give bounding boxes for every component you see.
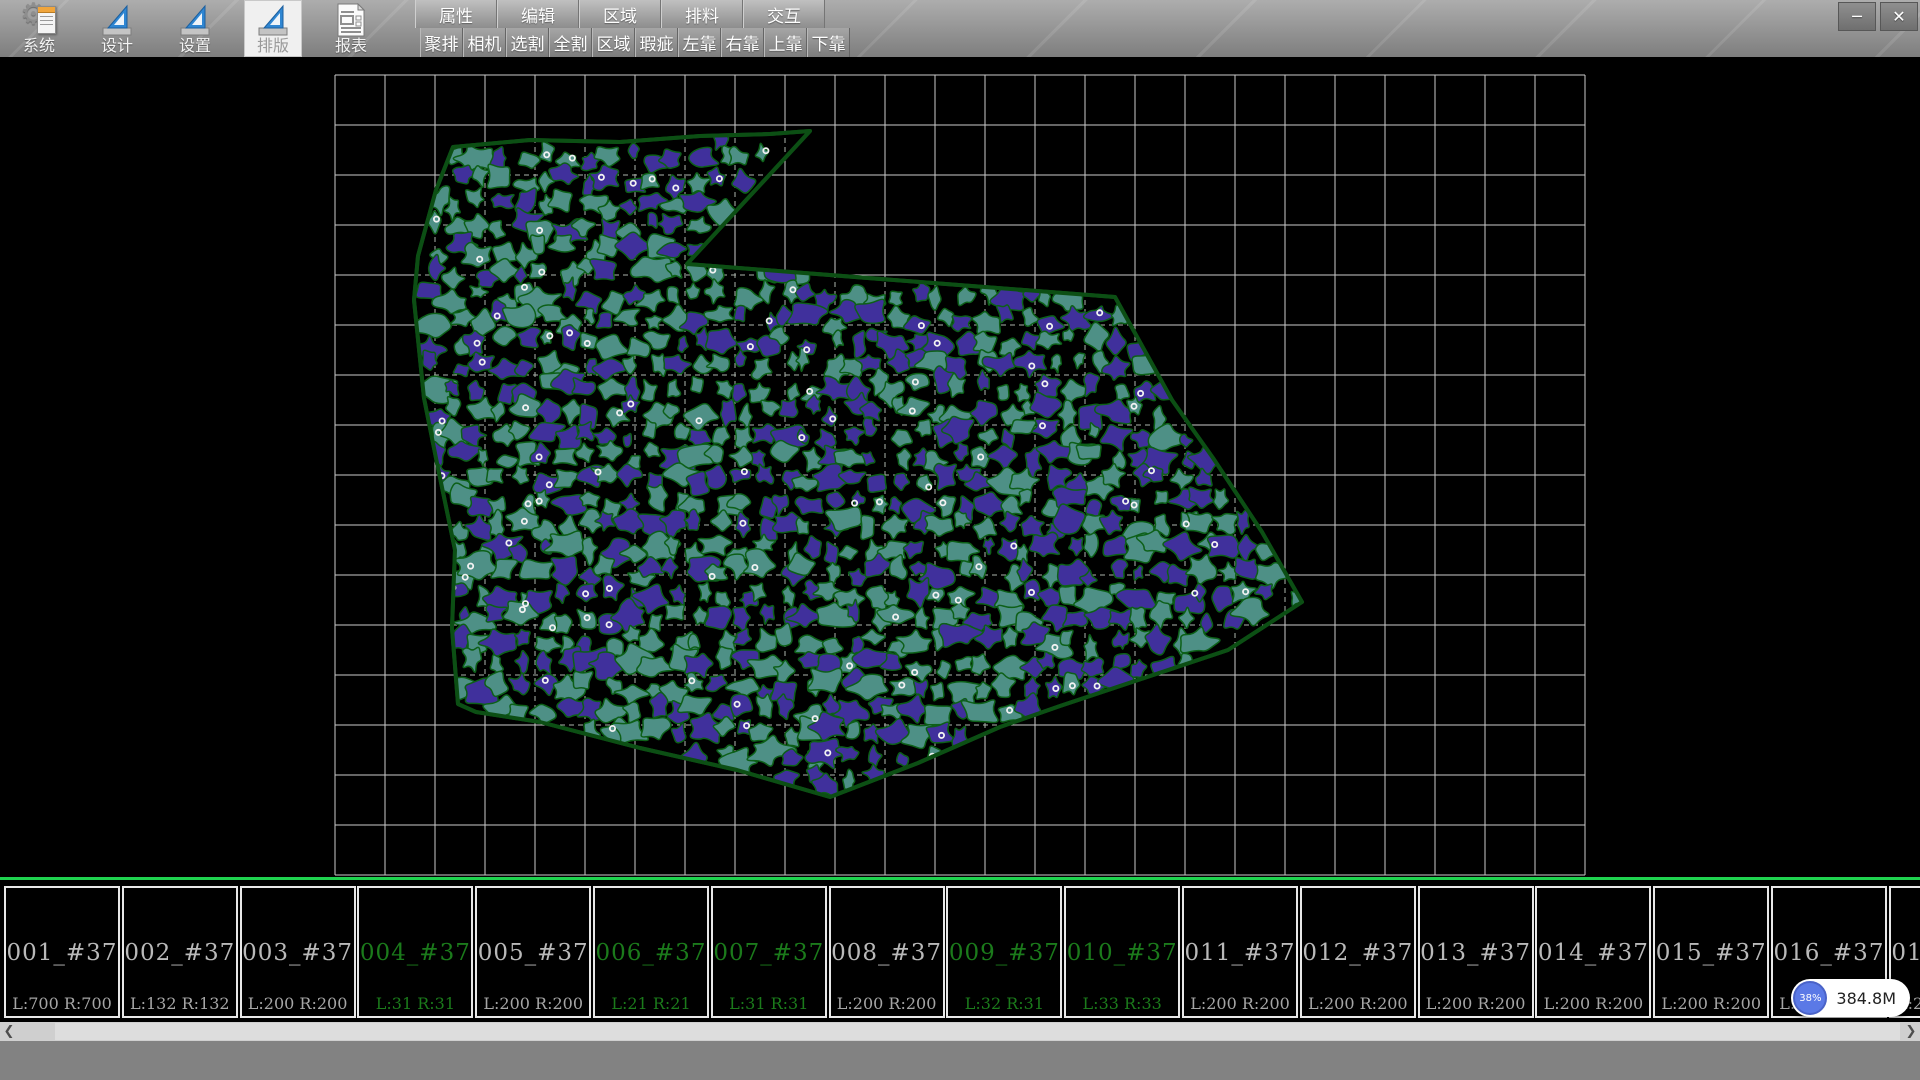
piece-thumbnail-013_#37[interactable]: 013_#37 L:200 R:200 <box>1418 886 1534 1018</box>
piece-lr-count: L:31 R:31 <box>713 994 825 1013</box>
tool-button-8[interactable]: 右靠 <box>721 28 764 57</box>
piece-id-label: 015_#37 <box>1655 940 1767 966</box>
piece-id-label: 011_#37 <box>1184 940 1296 966</box>
piece-id-label: 004_#37 <box>359 940 471 966</box>
piece-id-label: 008_#37 <box>831 940 943 966</box>
piece-lr-count: L:200 R:200 <box>1302 994 1414 1013</box>
minimize-button[interactable]: ─ <box>1838 2 1876 31</box>
piece-lr-count: L:700 R:700 <box>6 994 118 1013</box>
big-button-label: 设置 <box>179 37 211 55</box>
piece-thumbnail-007_#37[interactable]: 007_#37 L:31 R:31 <box>711 886 827 1018</box>
strip-separator-line <box>0 877 1920 880</box>
status-bar <box>0 1041 1920 1080</box>
close-button[interactable]: ✕ <box>1880 2 1918 31</box>
piece-id-label: 013_#37 <box>1420 940 1532 966</box>
piece-id-label: 016_#37 <box>1773 940 1885 966</box>
ruler-icon <box>256 3 290 37</box>
window-controls: ─ ✕ <box>1838 2 1918 31</box>
memory-progress-badge: 38% 384.8M <box>1791 979 1910 1017</box>
tool-button-row: 聚排相机选割全割区域瑕疵左靠右靠上靠下靠 <box>420 28 850 57</box>
piece-lr-count: L:132 R:132 <box>124 994 236 1013</box>
piece-thumbnail-005_#37[interactable]: 005_#37 L:200 R:200 <box>475 886 591 1018</box>
big-button-report[interactable]: 报表 <box>322 0 380 57</box>
piece-lr-count: L:200 R:200 <box>242 994 354 1013</box>
piece-thumbnail-002_#37[interactable]: 002_#37 L:132 R:132 <box>122 886 238 1018</box>
piece-thumbnail-001_#37[interactable]: 001_#37 L:700 R:700 <box>4 886 120 1018</box>
nesting-canvas[interactable] <box>0 57 1920 877</box>
piece-id-label: 017_#37 <box>1891 940 1920 966</box>
tool-button-2[interactable]: 相机 <box>463 28 506 57</box>
piece-id-label: 007_#37 <box>713 940 825 966</box>
scroll-left-arrow-icon[interactable]: ❮ <box>0 1022 18 1041</box>
menu-tab-5[interactable]: 交互 <box>743 0 825 28</box>
piece-id-label: 001_#37 <box>6 940 118 966</box>
big-button-system[interactable]: ⚙ 系统 <box>10 0 68 57</box>
tool-button-7[interactable]: 左靠 <box>678 28 721 57</box>
piece-thumbnail-010_#37[interactable]: 010_#37 L:33 R:33 <box>1064 886 1180 1018</box>
piece-lr-count: L:200 R:200 <box>1655 994 1767 1013</box>
toolbar: ⚙ 系统 设计 设置 <box>0 0 1920 58</box>
tool-button-10[interactable]: 下靠 <box>807 28 850 57</box>
piece-thumbnail-004_#37[interactable]: 004_#37 L:31 R:31 <box>357 886 473 1018</box>
piece-lr-count: L:200 R:200 <box>1420 994 1532 1013</box>
scroll-right-arrow-icon[interactable]: ❯ <box>1902 1022 1920 1041</box>
ruler-icon <box>178 3 212 37</box>
progress-circle: 38% <box>1793 981 1827 1015</box>
tool-button-6[interactable]: 瑕疵 <box>635 28 678 57</box>
piece-thumbnail-012_#37[interactable]: 012_#37 L:200 R:200 <box>1300 886 1416 1018</box>
piece-lr-count: L:32 R:31 <box>948 994 1060 1013</box>
menu-tab-3[interactable]: 区域 <box>579 0 661 28</box>
piece-lr-count: L:200 R:200 <box>1537 994 1649 1013</box>
piece-id-label: 005_#37 <box>477 940 589 966</box>
piece-id-label: 003_#37 <box>242 940 354 966</box>
horizontal-scrollbar[interactable]: ❮ ❯ <box>0 1022 1920 1041</box>
memory-value: 384.8M <box>1836 989 1896 1008</box>
piece-thumbnail-strip: 001_#37L:700 R:700002_#37L:132 R:132003_… <box>0 882 1920 1022</box>
piece-lr-count: L:200 R:200 <box>831 994 943 1013</box>
big-button-design[interactable]: 设计 <box>88 0 146 57</box>
piece-lr-count: L:31 R:31 <box>359 994 471 1013</box>
piece-thumbnail-008_#37[interactable]: 008_#37 L:200 R:200 <box>829 886 945 1018</box>
piece-thumbnail-009_#37[interactable]: 009_#37 L:32 R:31 <box>946 886 1062 1018</box>
piece-thumbnail-011_#37[interactable]: 011_#37 L:200 R:200 <box>1182 886 1298 1018</box>
ruler-icon <box>100 3 134 37</box>
big-button-label: 排版 <box>257 37 289 55</box>
piece-id-label: 009_#37 <box>948 940 1060 966</box>
piece-thumbnail-014_#37[interactable]: 014_#37 L:200 R:200 <box>1535 886 1651 1018</box>
gear-doc-icon: ⚙ <box>22 3 56 37</box>
tool-button-9[interactable]: 上靠 <box>764 28 807 57</box>
piece-lr-count: L:21 R:21 <box>595 994 707 1013</box>
big-button-label: 报表 <box>335 37 367 55</box>
tool-button-3[interactable]: 选割 <box>506 28 549 57</box>
big-button-layout[interactable]: 排版 <box>244 0 302 57</box>
piece-id-label: 010_#37 <box>1066 940 1178 966</box>
menu-tab-4[interactable]: 排料 <box>661 0 743 28</box>
piece-id-label: 002_#37 <box>124 940 236 966</box>
big-button-label: 设计 <box>101 37 133 55</box>
piece-thumbnail-015_#37[interactable]: 015_#37 L:200 R:200 <box>1653 886 1769 1018</box>
piece-id-label: 006_#37 <box>595 940 707 966</box>
menu-tab-1[interactable]: 属性 <box>415 0 497 28</box>
piece-lr-count: L:200 R:200 <box>1184 994 1296 1013</box>
menu-tab-2[interactable]: 编辑 <box>497 0 579 28</box>
piece-id-label: 012_#37 <box>1302 940 1414 966</box>
menu-tab-row: 属性编辑区域排料交互 <box>415 0 825 28</box>
tool-button-4[interactable]: 全割 <box>549 28 592 57</box>
piece-thumbnail-003_#37[interactable]: 003_#37 L:200 R:200 <box>240 886 356 1018</box>
big-button-settings[interactable]: 设置 <box>166 0 224 57</box>
piece-id-label: 014_#37 <box>1537 940 1649 966</box>
tool-button-1[interactable]: 聚排 <box>420 28 463 57</box>
scrollbar-thumb[interactable] <box>55 1023 1900 1040</box>
piece-lr-count: L:200 R:200 <box>477 994 589 1013</box>
big-button-label: 系统 <box>23 37 55 55</box>
progress-value: 38% <box>1799 993 1821 1004</box>
tool-button-5[interactable]: 区域 <box>592 28 635 57</box>
piece-lr-count: L:33 R:33 <box>1066 994 1178 1013</box>
piece-thumbnail-006_#37[interactable]: 006_#37 L:21 R:21 <box>593 886 709 1018</box>
app-window: { "window": { "minimize_glyph": "─", "cl… <box>0 0 1920 1080</box>
report-icon <box>336 3 366 37</box>
